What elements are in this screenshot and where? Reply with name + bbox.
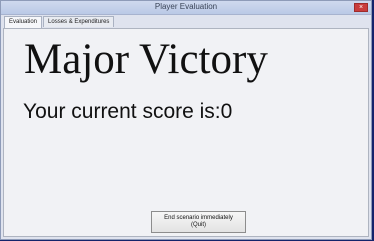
player-evaluation-window: Player Evaluation × Evaluation Losses & … xyxy=(0,0,372,240)
end-scenario-button-label: End scenario immediately xyxy=(164,215,233,221)
tab-strip: Evaluation Losses & Expenditures xyxy=(4,16,115,28)
result-headline: Major Victory xyxy=(24,36,268,83)
end-scenario-button[interactable]: End scenario immediately (Quit) xyxy=(151,211,246,233)
close-button[interactable]: × xyxy=(354,3,368,12)
close-icon: × xyxy=(358,4,364,11)
tab-losses-expenditures[interactable]: Losses & Expenditures xyxy=(43,16,115,27)
title-bar[interactable]: Player Evaluation × xyxy=(1,1,371,15)
score-text: Your current score is:0 xyxy=(23,100,233,123)
tab-evaluation[interactable]: Evaluation xyxy=(4,16,43,28)
evaluation-panel: Major Victory Your current score is:0 En… xyxy=(3,28,369,237)
window-title: Player Evaluation xyxy=(154,2,218,11)
end-scenario-button-sublabel: (Quit) xyxy=(191,222,206,228)
